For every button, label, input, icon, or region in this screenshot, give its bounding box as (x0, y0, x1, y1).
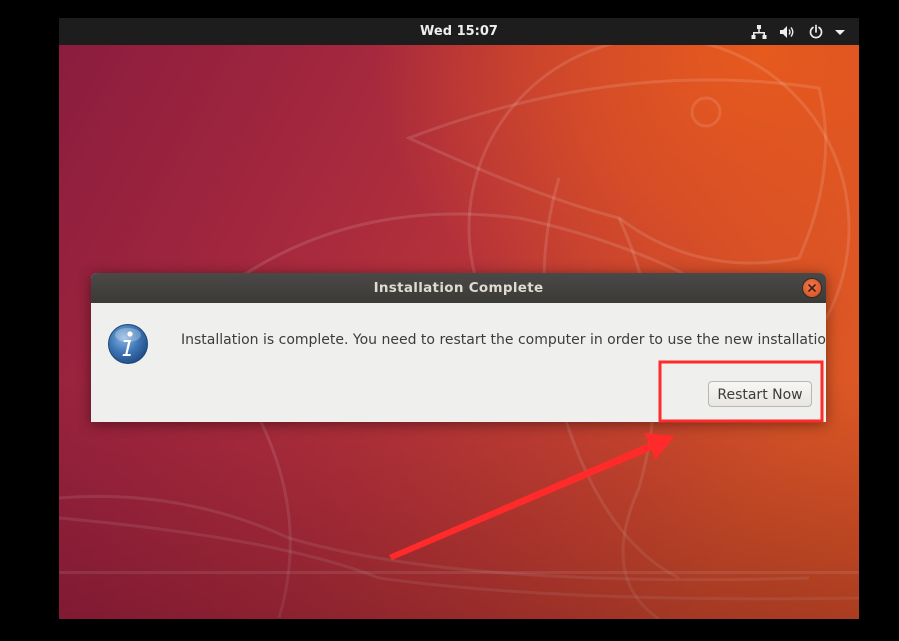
dialog-title: Installation Complete (373, 280, 544, 296)
close-icon (808, 284, 816, 292)
menu-arrow-icon[interactable] (832, 24, 848, 40)
installation-complete-dialog: Installation Complete Installation is co… (91, 273, 826, 422)
info-icon (108, 324, 148, 364)
network-icon[interactable] (751, 24, 767, 40)
restart-now-button[interactable]: Restart Now (708, 381, 812, 407)
dialog-titlebar[interactable]: Installation Complete (91, 273, 826, 303)
top-bar: Wed 15:07 (59, 18, 859, 45)
clock[interactable]: Wed 15:07 (59, 18, 859, 45)
close-button[interactable] (803, 279, 821, 297)
power-icon[interactable] (808, 24, 824, 40)
volume-icon[interactable] (779, 24, 795, 40)
dialog-message: Installation is complete. You need to re… (181, 332, 826, 348)
